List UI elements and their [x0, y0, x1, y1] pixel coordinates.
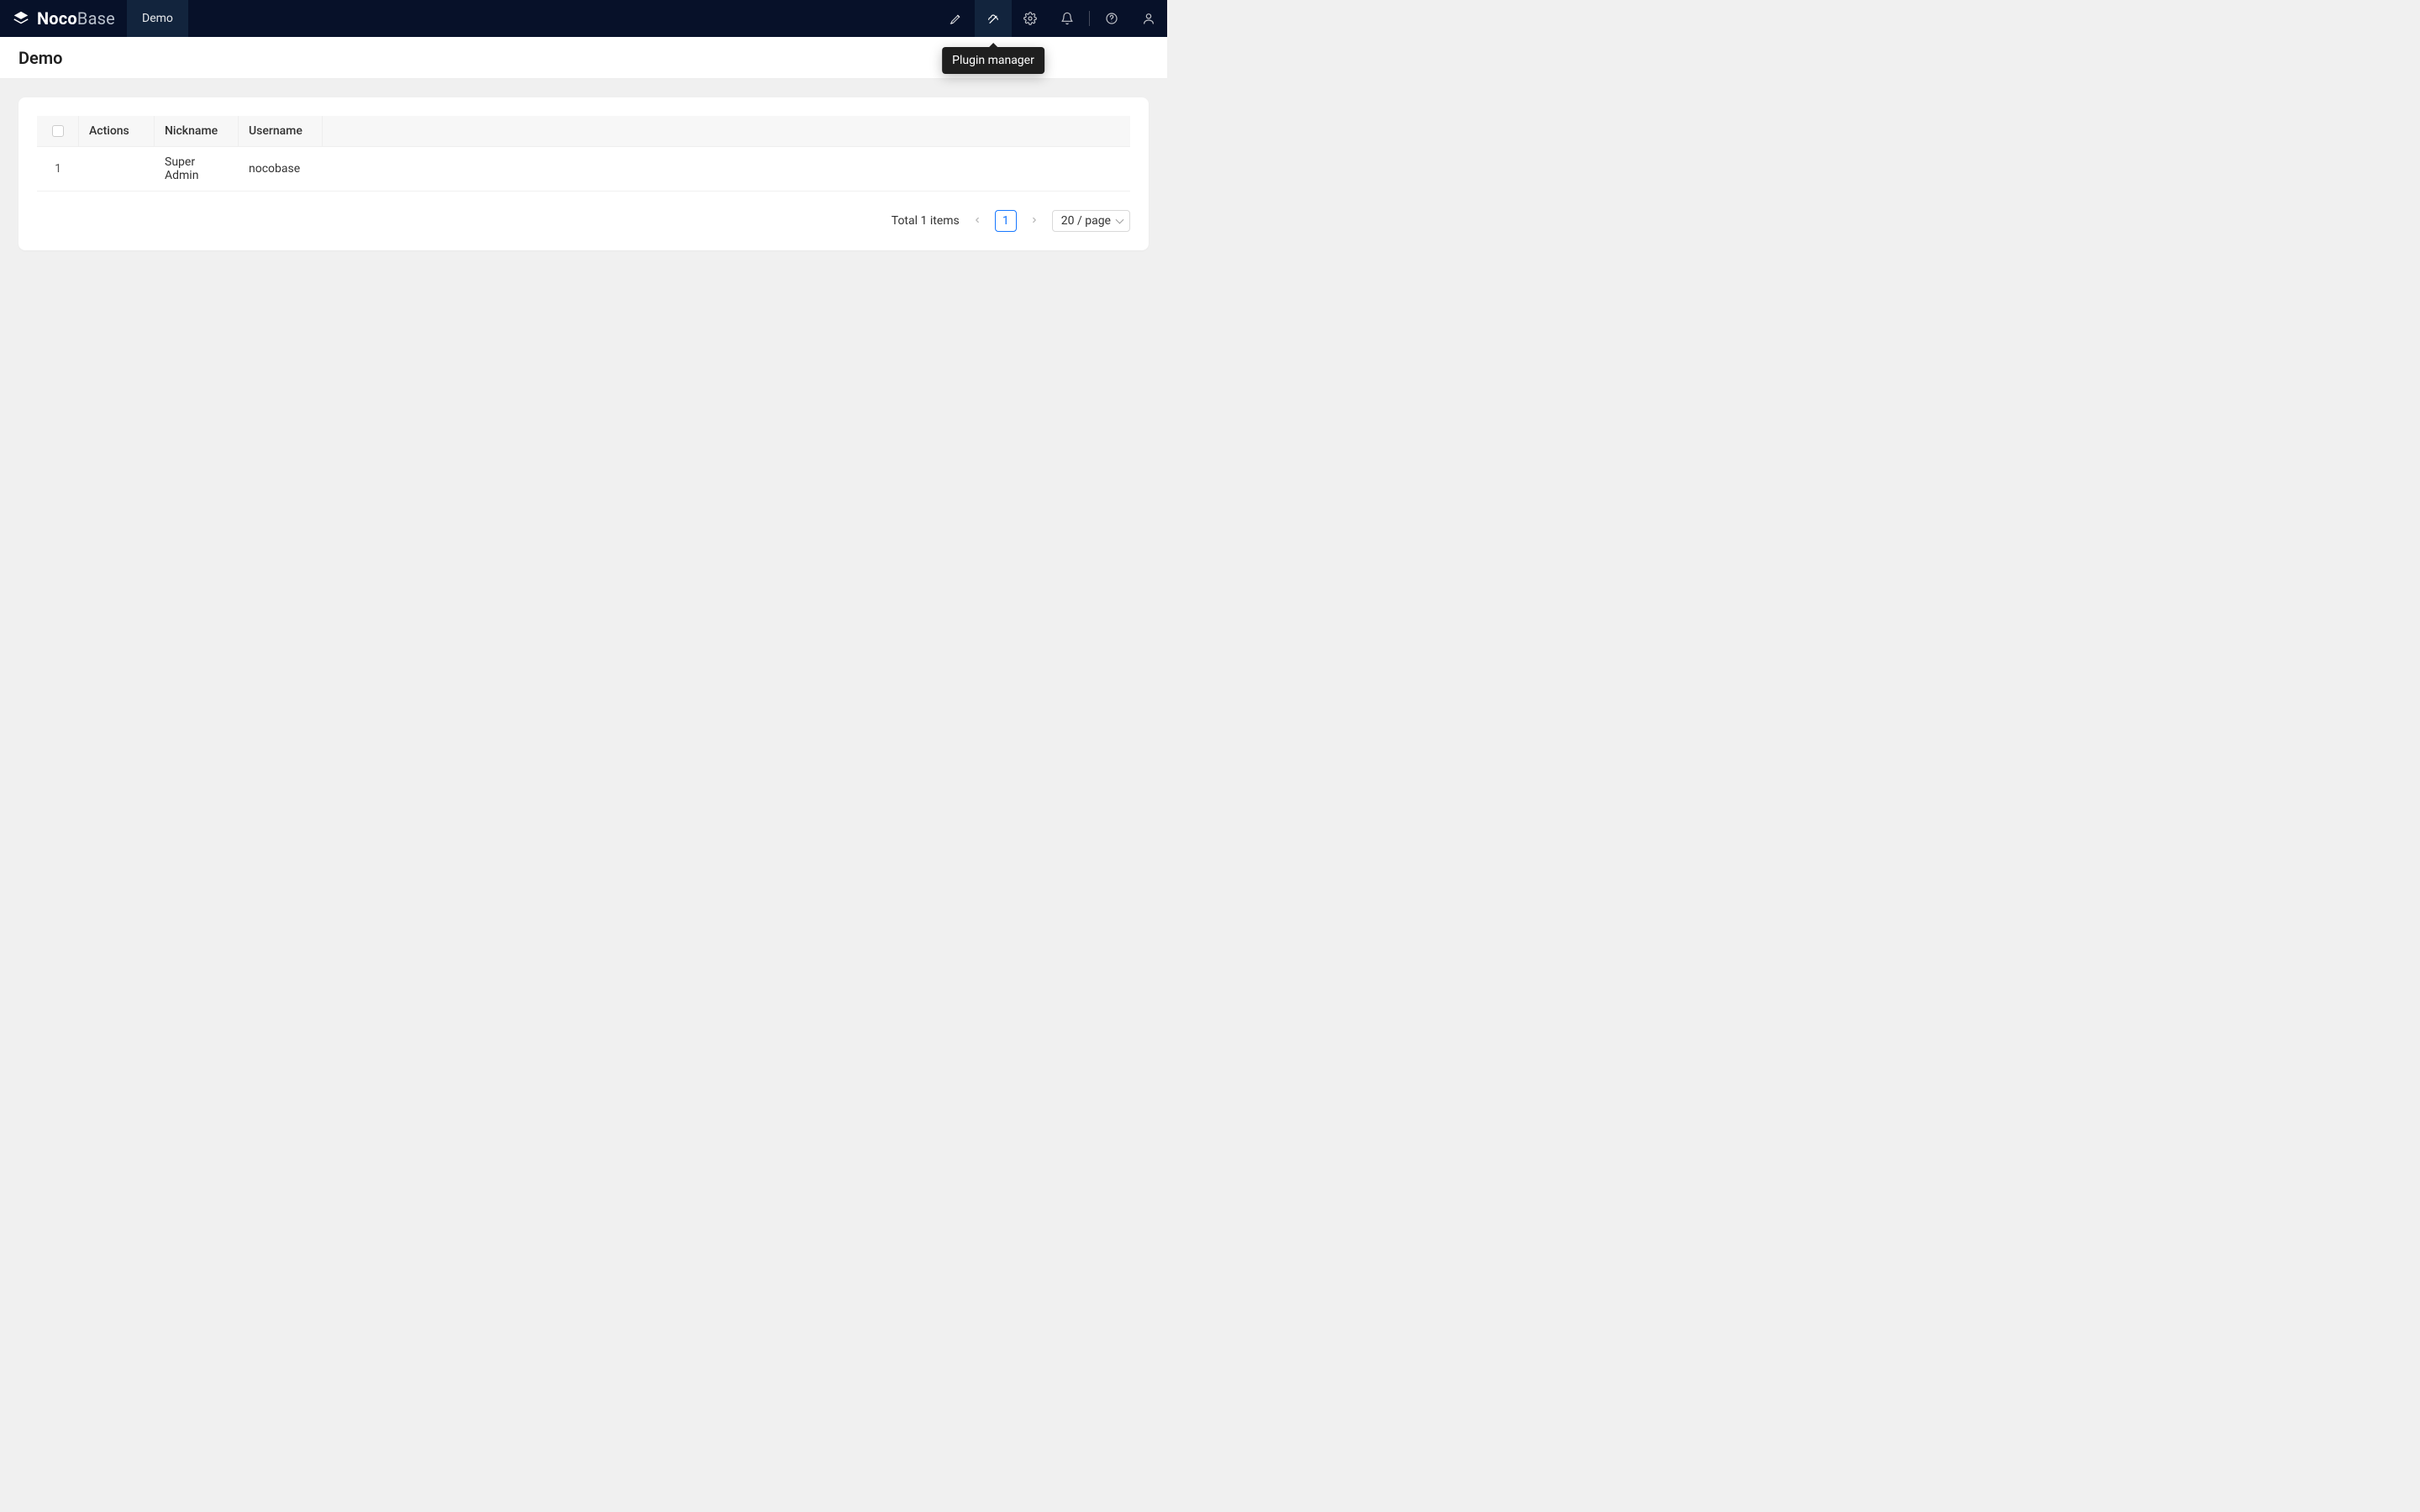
tooltip-plugin-manager: Plugin manager	[942, 47, 1044, 74]
settings-icon[interactable]	[1012, 0, 1049, 37]
row-nickname: Super Admin	[155, 147, 239, 192]
tooltip-text: Plugin manager	[952, 54, 1034, 67]
table-header-row: Actions Nickname Username	[37, 116, 1130, 147]
pagination-page-size-label: 20 / page	[1061, 214, 1111, 228]
pagination-total: Total 1 items	[892, 214, 960, 228]
page-title: Demo	[18, 48, 62, 68]
brand-name-bold: Noco	[37, 8, 77, 29]
header-username: Username	[239, 116, 323, 147]
row-username: nocobase	[239, 147, 323, 192]
nav-tab-demo[interactable]: Demo	[127, 0, 188, 37]
notifications-icon[interactable]	[1049, 0, 1086, 37]
row-empty	[323, 147, 1130, 192]
content-wrap: Actions Nickname Username 1 Super Admin …	[0, 79, 1167, 269]
header-empty	[323, 116, 1130, 147]
brand-name-light: Base	[77, 8, 115, 29]
edit-icon[interactable]	[938, 0, 975, 37]
pagination-prev[interactable]	[968, 215, 986, 227]
pagination-page-size[interactable]: 20 / page	[1052, 210, 1130, 232]
row-index: 1	[37, 147, 79, 192]
brand-logo-text: NocoBase	[37, 8, 115, 29]
help-icon[interactable]	[1093, 0, 1130, 37]
topbar-icons: Plugin manager	[938, 0, 1167, 37]
table-row[interactable]: 1 Super Admin nocobase	[37, 147, 1130, 192]
header-nickname: Nickname	[155, 116, 239, 147]
card: Actions Nickname Username 1 Super Admin …	[18, 97, 1149, 250]
pagination-next[interactable]	[1025, 215, 1044, 227]
user-icon[interactable]	[1130, 0, 1167, 37]
select-all-checkbox[interactable]	[52, 125, 64, 137]
topbar: NocoBase Demo Plugin manager	[0, 0, 1167, 37]
brand-logo-icon	[12, 9, 30, 28]
row-actions	[79, 147, 155, 192]
header-checkbox-cell	[37, 116, 79, 147]
plugin-manager-icon[interactable]: Plugin manager	[975, 0, 1012, 37]
pagination: Total 1 items 1 20 / page	[37, 210, 1130, 232]
brand-logo[interactable]: NocoBase	[0, 0, 127, 37]
topbar-divider	[1089, 11, 1090, 26]
header-actions: Actions	[79, 116, 155, 147]
data-table: Actions Nickname Username 1 Super Admin …	[37, 116, 1130, 192]
pagination-page-label: 1	[1002, 214, 1009, 228]
nav-tab-label: Demo	[142, 12, 173, 25]
pagination-page-1[interactable]: 1	[995, 210, 1017, 232]
